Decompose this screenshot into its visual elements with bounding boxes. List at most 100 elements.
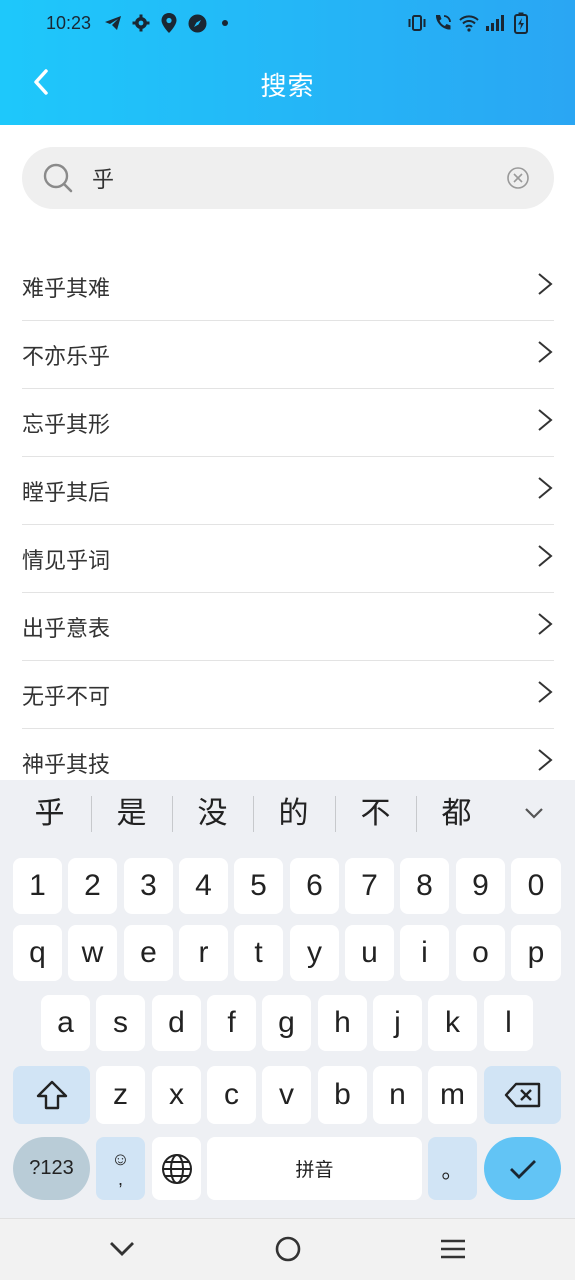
shift-key[interactable] (13, 1066, 90, 1124)
enter-key[interactable] (484, 1137, 561, 1200)
wifi-icon (459, 12, 479, 34)
list-item[interactable]: 出乎意表 (22, 593, 554, 661)
key-b[interactable]: b (318, 1066, 367, 1124)
key-h[interactable]: h (318, 995, 367, 1051)
chevron-right-icon (538, 273, 553, 295)
page-title: 搜索 (260, 72, 315, 102)
key-u[interactable]: u (345, 925, 394, 981)
list-item[interactable]: 难乎其难 (22, 253, 554, 321)
key-k[interactable]: k (428, 995, 477, 1051)
emoji-icon: ☺ (111, 1148, 130, 1169)
candidate-word[interactable]: 都 (416, 794, 497, 834)
list-item[interactable]: 忘乎其形 (22, 389, 554, 457)
key-f[interactable]: f (207, 995, 256, 1051)
location-icon (159, 12, 179, 34)
key-7[interactable]: 7 (345, 858, 394, 914)
key-y[interactable]: y (290, 925, 339, 981)
key-q[interactable]: q (13, 925, 62, 981)
telegram-icon (103, 12, 123, 34)
key-8[interactable]: 8 (400, 858, 449, 914)
list-item-label: 不亦乐乎 (22, 345, 111, 370)
key-l[interactable]: l (484, 995, 533, 1051)
key-5[interactable]: 5 (234, 858, 283, 914)
shift-icon (36, 1080, 67, 1110)
key-x[interactable]: x (152, 1066, 201, 1124)
key-6[interactable]: 6 (290, 858, 339, 914)
list-item-label: 无乎不可 (22, 685, 111, 710)
chevron-right-icon (538, 341, 553, 363)
nav-recents-button[interactable] (435, 1233, 471, 1265)
key-r[interactable]: r (179, 925, 228, 981)
key-c[interactable]: c (207, 1066, 256, 1124)
status-bar: 10:23 (0, 0, 575, 48)
list-item[interactable]: 瞠乎其后 (22, 457, 554, 525)
signal-icon (485, 12, 505, 34)
candidate-bar: 乎 是 没 的 不 都 (0, 780, 575, 848)
vibrate-icon (407, 12, 427, 34)
candidate-word[interactable]: 不 (335, 794, 416, 834)
language-key[interactable] (152, 1137, 201, 1200)
recents-icon (441, 1239, 465, 1259)
space-key[interactable]: 拼音 (207, 1137, 422, 1200)
key-e[interactable]: e (124, 925, 173, 981)
key-n[interactable]: n (373, 1066, 422, 1124)
candidate-word[interactable]: 没 (172, 794, 253, 834)
symbols-key[interactable]: ?123 (13, 1137, 90, 1200)
key-m[interactable]: m (428, 1066, 477, 1124)
key-z[interactable]: z (96, 1066, 145, 1124)
list-item[interactable]: 不亦乐乎 (22, 321, 554, 389)
nav-back-icon (110, 1242, 134, 1256)
globe-icon (161, 1153, 192, 1184)
candidate-word[interactable]: 的 (253, 794, 334, 834)
key-a[interactable]: a (41, 995, 90, 1051)
wifi-call-icon (433, 12, 453, 34)
compass-icon (187, 12, 207, 34)
key-9[interactable]: 9 (456, 858, 505, 914)
list-item[interactable]: 无乎不可 (22, 661, 554, 729)
candidate-word[interactable]: 是 (91, 794, 172, 834)
list-item[interactable]: 情见乎词 (22, 525, 554, 593)
period-key[interactable]: 。 (428, 1137, 477, 1200)
key-o[interactable]: o (456, 925, 505, 981)
search-input[interactable] (92, 159, 492, 197)
results-list: 难乎其难 不亦乐乎 忘乎其形 瞠乎其后 情见乎词 出乎意表 无乎不可 神乎其技 (22, 253, 554, 797)
key-v[interactable]: v (262, 1066, 311, 1124)
key-i[interactable]: i (400, 925, 449, 981)
chevron-right-icon (538, 477, 553, 499)
key-j[interactable]: j (373, 995, 422, 1051)
check-icon (509, 1159, 536, 1179)
search-bar (22, 147, 554, 209)
status-right-icons (407, 12, 531, 34)
chevron-right-icon (538, 545, 553, 567)
key-1[interactable]: 1 (13, 858, 62, 914)
chevron-down-icon[interactable] (523, 804, 545, 822)
key-t[interactable]: t (234, 925, 283, 981)
key-2[interactable]: 2 (68, 858, 117, 914)
key-d[interactable]: d (152, 995, 201, 1051)
clear-icon[interactable] (506, 166, 530, 190)
key-3[interactable]: 3 (124, 858, 173, 914)
chevron-right-icon (538, 409, 553, 431)
comma-label: , (117, 1168, 123, 1189)
chevron-right-icon (538, 613, 553, 635)
nav-home-button[interactable] (270, 1233, 306, 1265)
key-0[interactable]: 0 (511, 858, 561, 914)
dot-icon (215, 12, 235, 34)
nav-back-button[interactable] (104, 1233, 140, 1265)
key-g[interactable]: g (262, 995, 311, 1051)
key-p[interactable]: p (511, 925, 561, 981)
status-left-icons (103, 12, 235, 34)
soft-keyboard: 乎 是 没 的 不 都 1 2 3 4 5 6 7 8 9 0 q w e r … (0, 780, 575, 1218)
candidate-word[interactable]: 乎 (9, 794, 90, 834)
list-item-label: 忘乎其形 (22, 413, 111, 438)
chevron-right-icon (538, 749, 553, 771)
key-w[interactable]: w (68, 925, 117, 981)
key-4[interactable]: 4 (179, 858, 228, 914)
list-item-label: 出乎意表 (22, 617, 111, 642)
navigation-bar (0, 1218, 575, 1280)
key-s[interactable]: s (96, 995, 145, 1051)
backspace-key[interactable] (484, 1066, 561, 1124)
search-icon (43, 163, 73, 193)
emoji-comma-key[interactable]: ☺ , (96, 1137, 145, 1200)
settings-icon (131, 12, 151, 34)
